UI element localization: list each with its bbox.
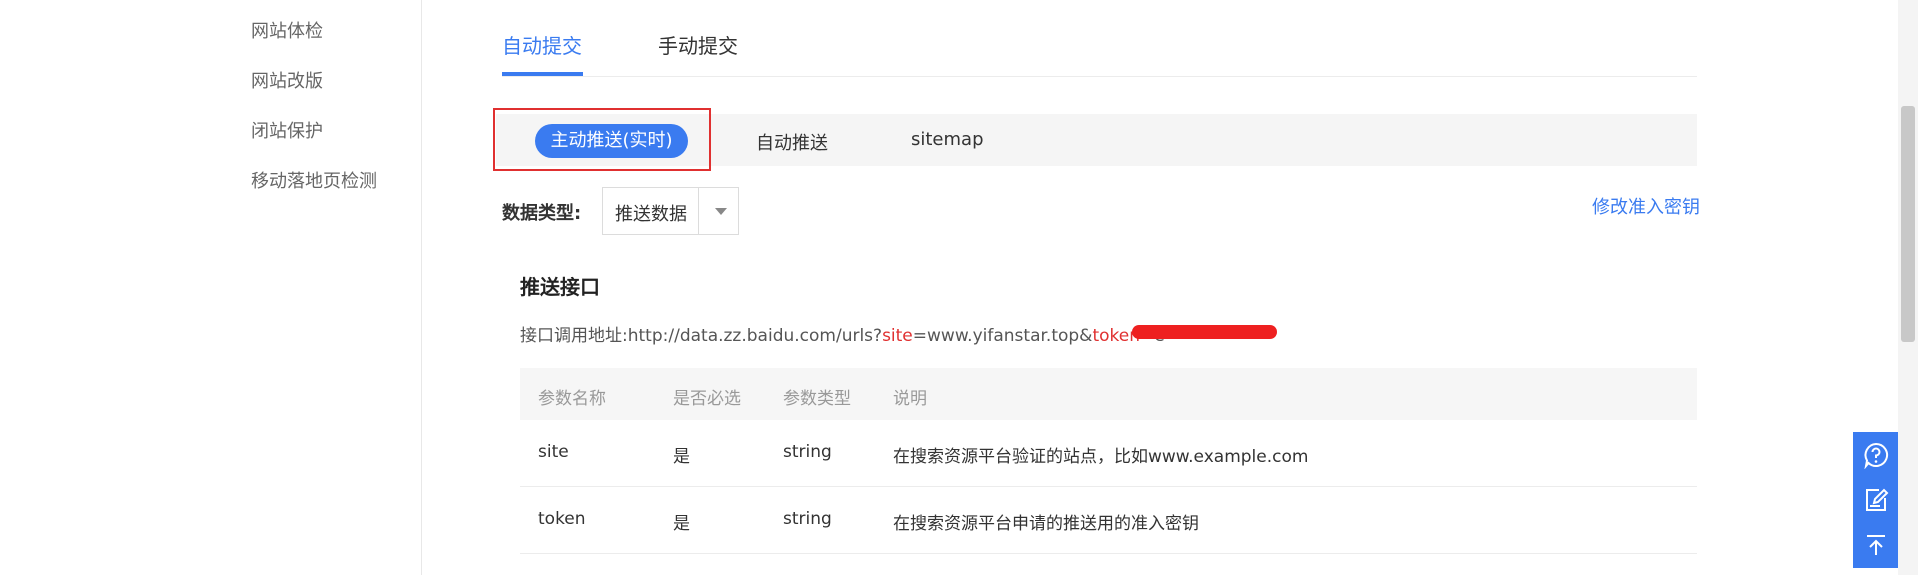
api-url-base: http://data.zz.baidu.com/urls? (627, 326, 883, 346)
cell-param-type: string (783, 442, 832, 462)
sidebar-item-site-revision[interactable]: 网站改版 (251, 67, 323, 93)
cell-required: 是 (673, 514, 690, 534)
feedback-edit-icon (1865, 488, 1888, 511)
submit-tabs: 自动提交 手动提交 (502, 0, 1697, 77)
api-site-value: www.yifanstar.top& (927, 326, 1093, 346)
scrollbar-thumb[interactable] (1901, 106, 1915, 342)
push-api-title: 推送接口 (520, 275, 600, 299)
sidebar-item-mobile-landing-check[interactable]: 移动落地页检测 (251, 167, 377, 193)
chevron-down-icon[interactable] (715, 208, 727, 215)
tab-auto-submit[interactable]: 自动提交 (502, 30, 582, 59)
sidebar: 网站体检 网站改版 闭站保护 移动落地页检测 (0, 0, 422, 575)
tab-manual-submit[interactable]: 手动提交 (658, 30, 738, 59)
header-required: 是否必选 (673, 389, 741, 409)
header-param-name: 参数名称 (538, 389, 606, 409)
data-type-select[interactable]: 推送数据 (602, 187, 739, 235)
data-type-selected-value: 推送数据 (615, 204, 687, 225)
header-description: 说明 (893, 389, 927, 409)
table-row: site 是 string 在搜索资源平台验证的站点，比如www.example… (520, 420, 1697, 487)
select-divider (698, 188, 699, 234)
back-to-top-icon (1866, 534, 1885, 555)
token-redaction-mark (1132, 325, 1277, 339)
api-equals-sign: = (912, 326, 928, 346)
header-param-type: 参数类型 (783, 389, 851, 409)
cell-description: 在搜索资源平台验证的站点，比如www.example.com (893, 447, 1309, 467)
page: 网站体检 网站改版 闭站保护 移动落地页检测 自动提交 手动提交 主动推送(实时… (0, 0, 1918, 575)
floating-toolbar (1853, 432, 1898, 568)
cell-param-name: site (538, 442, 569, 462)
modify-access-key-link[interactable]: 修改准入密钥 (1592, 193, 1700, 219)
table-header: 参数名称 是否必选 参数类型 说明 (520, 368, 1697, 420)
cell-required: 是 (673, 447, 690, 467)
back-to-top-button[interactable] (1853, 522, 1898, 567)
cell-param-name: token (538, 509, 586, 529)
api-url-label: 接口调用地址: (520, 326, 628, 346)
feedback-button[interactable] (1853, 477, 1898, 522)
sidebar-item-site-close-protection[interactable]: 闭站保护 (251, 117, 323, 143)
help-icon (1863, 442, 1888, 469)
subtab-active-push[interactable]: 主动推送(实时) (535, 124, 688, 158)
api-url-line: 接口调用地址:http://data.zz.baidu.com/urls?sit… (520, 321, 1165, 346)
subtab-auto-push[interactable]: 自动推送 (756, 129, 828, 155)
cell-description: 在搜索资源平台申请的推送用的准入密钥 (893, 514, 1199, 534)
subtab-sitemap[interactable]: sitemap (911, 129, 984, 150)
active-tab-indicator (502, 72, 583, 76)
cell-param-type: string (783, 509, 832, 529)
help-button[interactable] (1853, 432, 1898, 477)
sidebar-item-site-check[interactable]: 网站体检 (251, 17, 323, 43)
table-row: token 是 string 在搜索资源平台申请的推送用的准入密钥 (520, 487, 1697, 554)
api-param-site: site (882, 326, 913, 346)
data-type-label: 数据类型: (502, 203, 582, 224)
